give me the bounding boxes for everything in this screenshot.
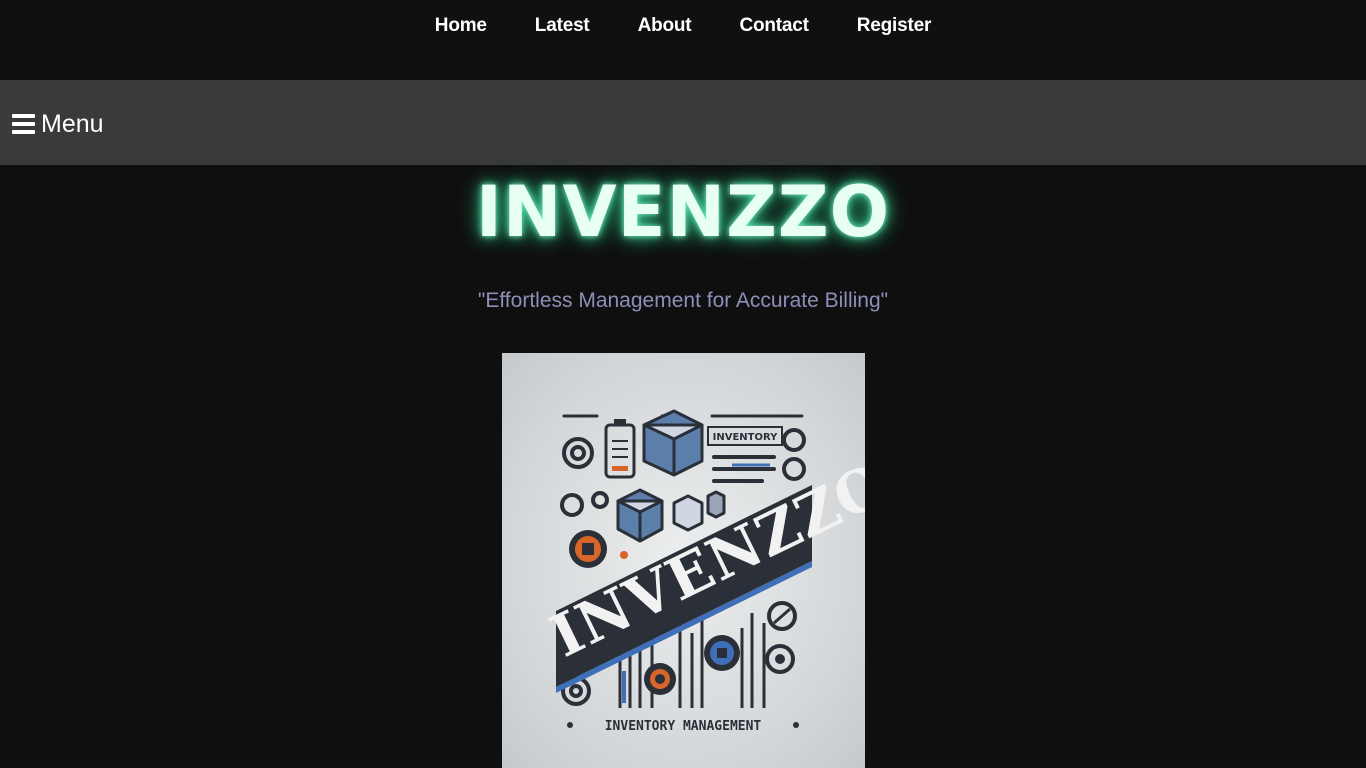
brand-title: INVENZZO xyxy=(475,171,891,253)
menu-toggle-button[interactable]: Menu xyxy=(12,108,104,140)
nav-item-about: About xyxy=(614,13,716,39)
logo-illustration: INVENTORY INVENZZO INVENTORY MANAGEMENT xyxy=(540,409,865,734)
logo-image: INVENTORY INVENZZO INVENTORY MANAGEMENT xyxy=(502,353,865,768)
nav-item-register: Register xyxy=(833,13,955,39)
nav-link-latest[interactable]: Latest xyxy=(511,13,614,39)
tagline: "Effortless Management for Accurate Bill… xyxy=(477,289,889,312)
nav-link-home[interactable]: Home xyxy=(411,13,511,39)
nav-item-home: Home xyxy=(411,13,511,39)
logo-badge-text: INVENTORY xyxy=(713,432,779,443)
nav-link-contact[interactable]: Contact xyxy=(715,13,832,39)
logo-caption: INVENTORY MANAGEMENT xyxy=(605,719,762,734)
nav-item-contact: Contact xyxy=(715,13,832,39)
nav-list: Home Latest About Contact Register xyxy=(0,13,1366,39)
menu-bar: Menu xyxy=(0,80,1366,165)
hamburger-icon xyxy=(12,114,35,134)
top-navigation: Home Latest About Contact Register xyxy=(0,0,1366,80)
menu-label: Menu xyxy=(41,110,104,138)
nav-item-latest: Latest xyxy=(511,13,614,39)
nav-link-about[interactable]: About xyxy=(614,13,716,39)
nav-link-register[interactable]: Register xyxy=(833,13,955,39)
